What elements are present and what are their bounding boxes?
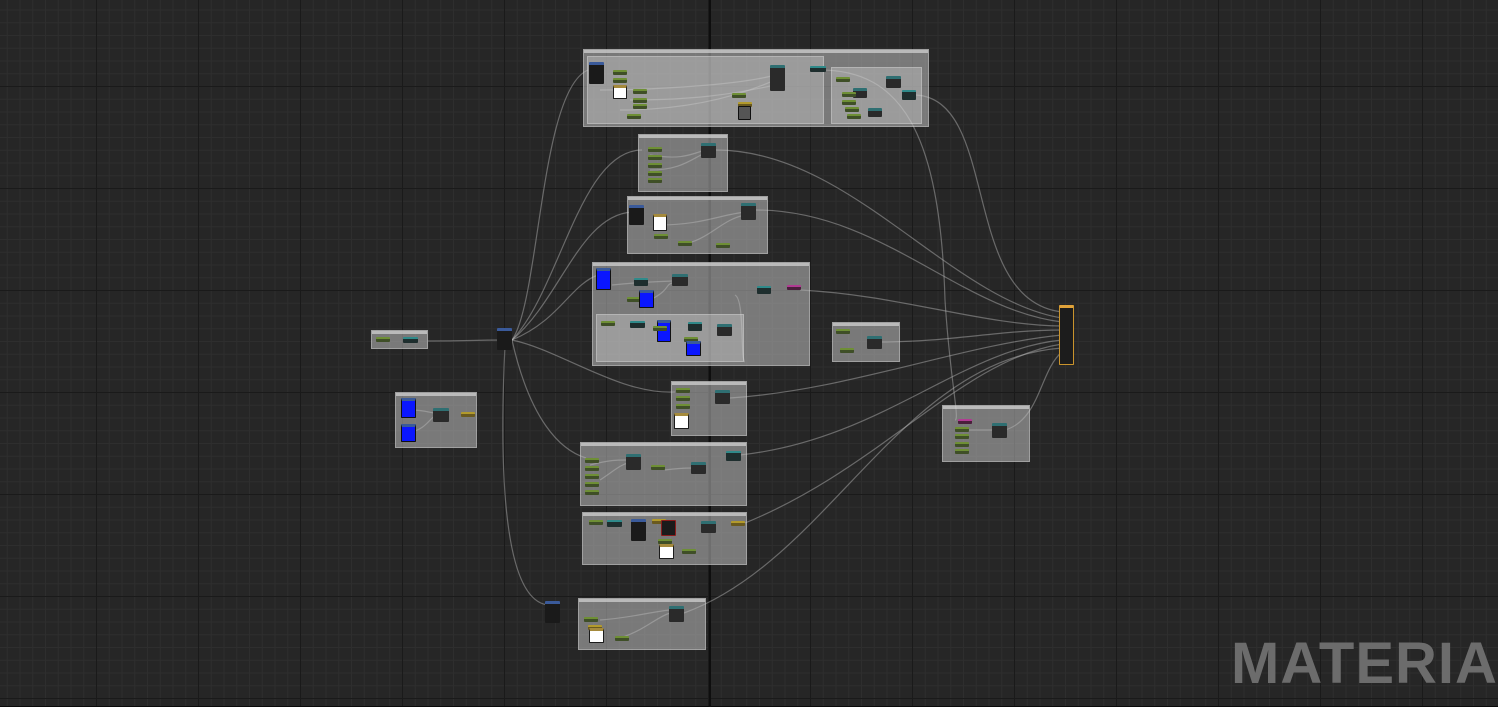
texture-preview-node[interactable] (596, 268, 611, 290)
function-node[interactable] (770, 65, 785, 91)
parameter-node[interactable] (585, 482, 599, 487)
parameter-node[interactable] (676, 404, 690, 409)
texture-sample-node[interactable] (589, 62, 604, 84)
comment-box-j[interactable] (580, 442, 747, 506)
parameter-node[interactable] (678, 241, 692, 246)
material-graph-canvas[interactable]: MATERIAL (0, 0, 1498, 707)
texture-sample-node[interactable] (629, 205, 644, 225)
parameter-node[interactable] (585, 474, 599, 479)
output-node[interactable] (731, 521, 745, 526)
function-node[interactable] (715, 390, 730, 404)
parameter-node[interactable] (654, 234, 668, 239)
parameter-node[interactable] (376, 337, 390, 342)
function-node[interactable] (691, 462, 706, 474)
function-node[interactable] (672, 274, 688, 286)
parameter-node[interactable] (585, 490, 599, 495)
parameter-node[interactable] (589, 520, 603, 525)
function-node[interactable] (630, 321, 645, 328)
parameter-node[interactable] (627, 114, 641, 119)
constant-white-node[interactable] (674, 413, 689, 429)
parameter-node[interactable] (716, 243, 730, 248)
output-node[interactable] (461, 412, 475, 417)
parameter-node[interactable] (633, 98, 647, 103)
function-node[interactable] (669, 606, 684, 622)
parameter-node[interactable] (955, 449, 969, 454)
function-node[interactable] (902, 90, 916, 100)
parameter-node[interactable] (682, 549, 696, 554)
texture-sample-node[interactable] (631, 519, 646, 541)
parameter-node[interactable] (842, 92, 856, 97)
parameter-node[interactable] (613, 70, 627, 75)
texture-preview-node[interactable] (401, 424, 416, 442)
parameter-node[interactable] (955, 427, 969, 432)
function-node[interactable] (433, 408, 449, 422)
material-result-node[interactable] (1059, 305, 1074, 365)
parameter-node[interactable] (845, 107, 859, 112)
constant-white-node[interactable] (613, 85, 627, 99)
parameter-node[interactable] (585, 466, 599, 471)
function-node[interactable] (867, 336, 882, 349)
parameter-node[interactable] (836, 329, 850, 334)
output-node[interactable] (810, 66, 826, 72)
function-node[interactable] (701, 143, 716, 158)
constant-white-node[interactable] (589, 628, 604, 643)
function-node[interactable] (741, 203, 756, 220)
function-node[interactable] (757, 286, 771, 294)
texture-preview-node[interactable] (401, 398, 416, 418)
texture-sample-node[interactable] (661, 520, 676, 536)
function-node[interactable] (868, 108, 882, 117)
function-node[interactable] (634, 278, 648, 286)
function-node[interactable] (886, 76, 901, 88)
parameter-node[interactable] (847, 114, 861, 119)
function-node[interactable] (688, 322, 702, 331)
parameter-node[interactable] (653, 326, 667, 331)
parameter-node[interactable] (840, 348, 854, 353)
function-node[interactable] (738, 106, 751, 120)
parameter-node[interactable] (836, 77, 850, 82)
function-node[interactable] (992, 423, 1007, 438)
parameter-node[interactable] (633, 89, 647, 94)
function-node[interactable] (701, 521, 716, 533)
parameter-node[interactable] (676, 388, 690, 393)
parameter-node[interactable] (842, 100, 856, 105)
constant-white-node[interactable] (659, 544, 674, 559)
parameter-node[interactable] (613, 78, 627, 83)
texture-preview-node[interactable] (657, 320, 671, 342)
function-node[interactable] (726, 451, 741, 461)
function-node[interactable] (717, 324, 732, 336)
function-node[interactable] (626, 454, 641, 470)
parameter-node[interactable] (648, 147, 662, 152)
function-node[interactable] (403, 337, 418, 343)
parameter-node[interactable] (732, 93, 746, 98)
parameter-node[interactable] (633, 104, 647, 109)
reroute-node[interactable] (497, 328, 512, 350)
comment-box-e[interactable] (832, 322, 900, 362)
parameter-node[interactable] (648, 178, 662, 183)
parameter-node[interactable] (651, 465, 665, 470)
texture-sample-node[interactable] (545, 601, 560, 623)
constant-white-node[interactable] (653, 214, 667, 231)
parameter-node[interactable] (955, 442, 969, 447)
parameter-node[interactable] (601, 321, 615, 326)
texture-preview-node[interactable] (686, 341, 701, 356)
parameter-node[interactable] (584, 617, 598, 622)
texture-preview-node[interactable] (639, 290, 654, 308)
parameter-node[interactable] (648, 171, 662, 176)
parameter-node[interactable] (958, 419, 972, 424)
function-node[interactable] (607, 520, 622, 527)
parameter-node[interactable] (955, 434, 969, 439)
parameter-node[interactable] (676, 396, 690, 401)
parameter-node[interactable] (615, 636, 629, 641)
parameter-node[interactable] (648, 155, 662, 160)
editor-watermark: MATERIAL (1231, 631, 1498, 696)
parameter-node[interactable] (585, 458, 599, 463)
parameter-node[interactable] (787, 285, 801, 290)
parameter-node[interactable] (648, 163, 662, 168)
